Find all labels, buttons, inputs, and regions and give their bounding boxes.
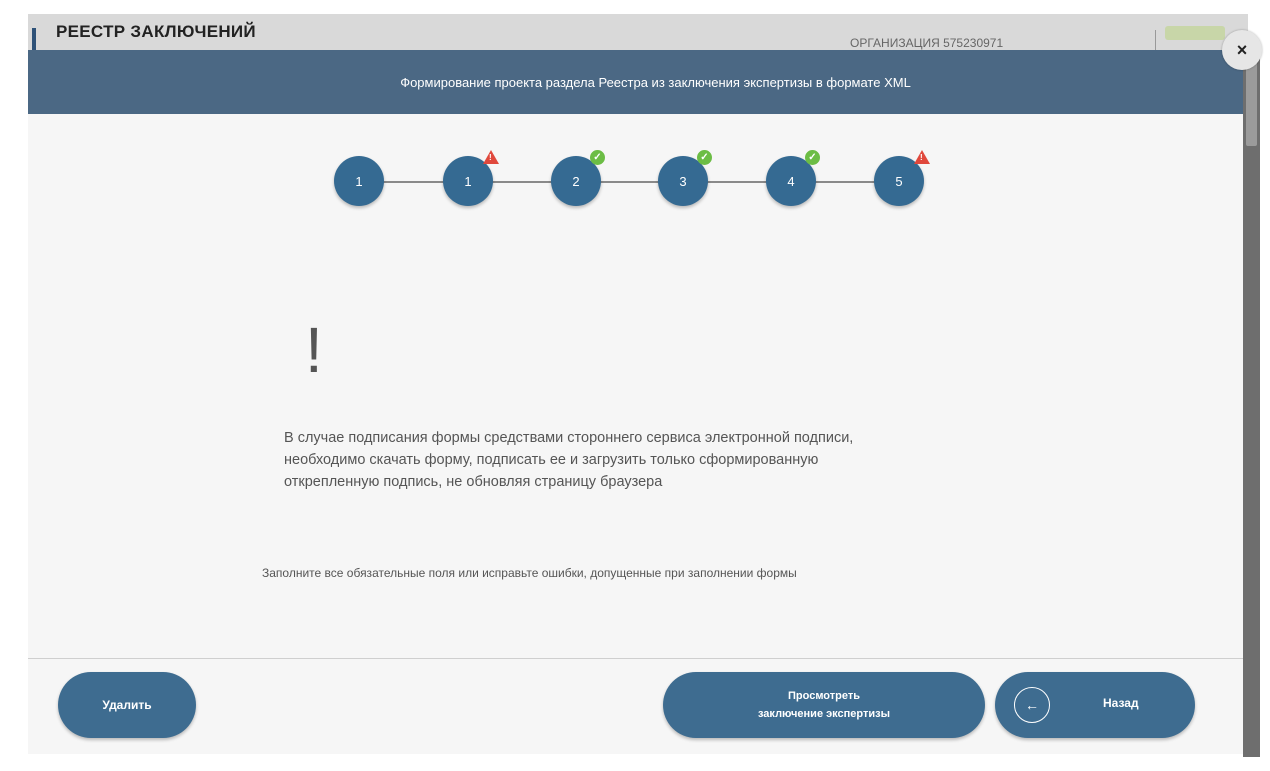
step-label: 2 bbox=[572, 173, 580, 189]
view-button-line2: заключение экспертизы bbox=[757, 708, 891, 720]
background-page-title: РЕЕСТР ЗАКЛЮЧЕНИЙ bbox=[56, 22, 256, 41]
step-2[interactable]: 2 ✓ bbox=[551, 150, 605, 206]
modal-header: Формирование проекта раздела Реестра из … bbox=[28, 50, 1243, 114]
step-label: 4 bbox=[787, 173, 795, 189]
background-accent-bar bbox=[32, 28, 36, 50]
background-divider bbox=[1155, 30, 1156, 50]
back-button-label: Назад bbox=[1103, 696, 1139, 710]
back-button[interactable]: ← Назад bbox=[995, 672, 1195, 738]
step-1[interactable]: 1 bbox=[443, 150, 499, 206]
delete-button[interactable]: Удалить bbox=[58, 672, 196, 738]
exclamation-icon: ! bbox=[305, 314, 323, 386]
close-button[interactable]: × bbox=[1222, 30, 1262, 70]
view-button-line1: Просмотреть bbox=[788, 690, 860, 702]
scrollbar[interactable] bbox=[1243, 50, 1260, 757]
step-4[interactable]: 4 ✓ bbox=[766, 150, 820, 206]
step-3[interactable]: 3 ✓ bbox=[658, 150, 712, 206]
signing-warning-text: В случае подписания формы средствами сто… bbox=[284, 430, 854, 490]
check-icon: ✓ bbox=[697, 150, 712, 165]
warning-icon bbox=[914, 150, 930, 164]
step-label: 1 bbox=[464, 173, 472, 189]
stepper-line bbox=[358, 181, 898, 183]
check-icon: ✓ bbox=[805, 150, 820, 165]
step-label: 1 bbox=[355, 173, 363, 189]
view-conclusion-button[interactable]: Просмотреть заключение экспертизы bbox=[663, 672, 985, 738]
step-label: 5 bbox=[895, 173, 903, 189]
background-org-label: ОРГАНИЗАЦИЯ 575230971 bbox=[850, 36, 1004, 50]
warning-icon bbox=[483, 150, 499, 164]
delete-button-label: Удалить bbox=[102, 698, 152, 712]
step-label: 3 bbox=[679, 173, 687, 189]
step-0[interactable]: 1 bbox=[334, 156, 384, 206]
arrow-left-icon: ← bbox=[1014, 687, 1050, 723]
step-5[interactable]: 5 bbox=[874, 150, 930, 206]
footer-divider bbox=[28, 658, 1243, 659]
modal-title: Формирование проекта раздела Реестра из … bbox=[400, 74, 911, 90]
scrollbar-thumb[interactable] bbox=[1246, 56, 1257, 146]
check-icon: ✓ bbox=[590, 150, 605, 165]
background-status-pill bbox=[1165, 26, 1225, 40]
fill-required-note: Заполните все обязательные поля или испр… bbox=[262, 566, 797, 580]
